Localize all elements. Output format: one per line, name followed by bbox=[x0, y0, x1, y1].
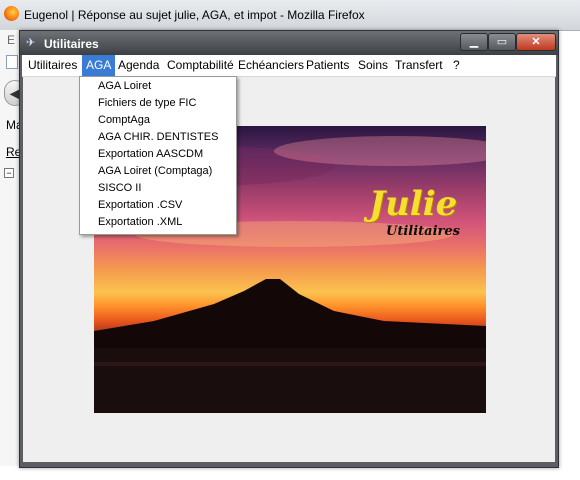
menu-item-comptaga[interactable]: ComptAga bbox=[98, 112, 150, 129]
minimize-button[interactable]: ▁ bbox=[460, 33, 488, 51]
menu-aga[interactable]: AGA bbox=[82, 55, 116, 76]
tree-collapse-icon[interactable]: − bbox=[4, 168, 14, 178]
browser-titlebar: Eugenol | Réponse au sujet julie, AGA, e… bbox=[0, 0, 580, 31]
menu-item-fichiers-fic[interactable]: Fichiers de type FIC bbox=[98, 95, 196, 112]
firefox-icon bbox=[4, 6, 19, 21]
splash-subtitle: Utilitaires bbox=[386, 224, 460, 239]
menu-item-exportation-aascdm[interactable]: Exportation AASCDM bbox=[98, 146, 203, 163]
browser-menu-peek[interactable]: E bbox=[7, 33, 15, 47]
window-title: Utilitaires bbox=[44, 37, 99, 51]
maximize-button[interactable]: ▭ bbox=[488, 33, 516, 51]
browser-bottom bbox=[0, 466, 580, 480]
close-button[interactable]: ✕ bbox=[516, 33, 556, 51]
menu-soins[interactable]: Soins bbox=[354, 55, 392, 76]
aga-dropdown-menu: AGA Loiret Fichiers de type FIC ComptAga… bbox=[79, 76, 237, 235]
app-icon: ✈ bbox=[26, 37, 36, 49]
menu-comptabilite[interactable]: Comptabilité bbox=[163, 55, 238, 76]
menu-echeanciers[interactable]: Echéanciers bbox=[234, 55, 308, 76]
menu-item-aga-chir-dentistes[interactable]: AGA CHIR. DENTISTES bbox=[98, 129, 218, 146]
browser-title: Eugenol | Réponse au sujet julie, AGA, e… bbox=[24, 8, 365, 22]
menu-transfert[interactable]: Transfert bbox=[391, 55, 447, 76]
menu-item-aga-loiret-comptaga[interactable]: AGA Loiret (Comptaga) bbox=[98, 163, 212, 180]
window-titlebar[interactable]: ✈ Utilitaires ▁ ▭ ✕ bbox=[20, 31, 558, 55]
menu-patients[interactable]: Patients bbox=[302, 55, 353, 76]
splash-title: Julie bbox=[369, 184, 458, 224]
menu-utilitaires[interactable]: Utilitaires bbox=[24, 55, 81, 76]
menu-bar: Utilitaires AGA Agenda Comptabilité Eché… bbox=[22, 55, 556, 77]
menu-item-exportation-csv[interactable]: Exportation .CSV bbox=[98, 197, 182, 214]
menu-item-exportation-xml[interactable]: Exportation .XML bbox=[98, 214, 182, 231]
menu-help[interactable]: ? bbox=[449, 55, 464, 76]
page-icon bbox=[6, 55, 18, 69]
menu-item-sisco-ii[interactable]: SISCO II bbox=[98, 180, 141, 197]
menu-agenda[interactable]: Agenda bbox=[114, 55, 163, 76]
menu-item-aga-loiret[interactable]: AGA Loiret bbox=[98, 78, 151, 95]
